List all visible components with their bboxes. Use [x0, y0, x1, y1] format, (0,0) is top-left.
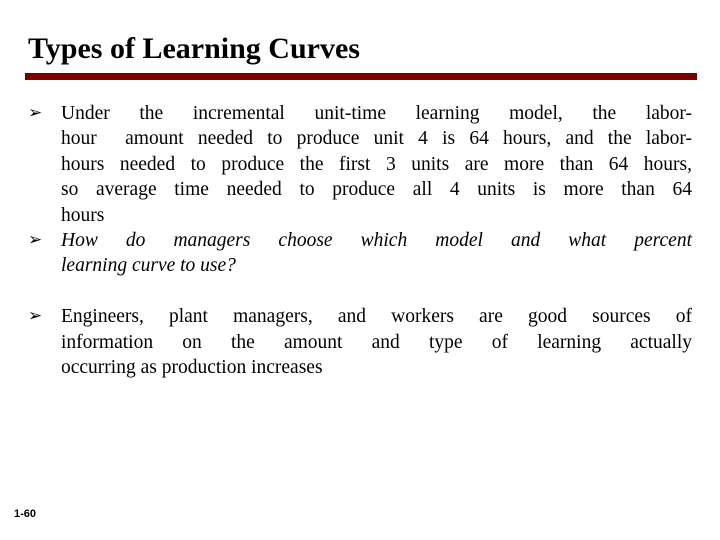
- slide: Types of Learning Curves ➢ Under the incr…: [0, 0, 720, 540]
- bullet-text-line: so average time needed to produce all 4 …: [61, 179, 692, 201]
- bullet-text: Under the incremental unit-time learning…: [61, 101, 692, 228]
- bullet-text-line: information on the amount and type of le…: [61, 331, 692, 353]
- slide-number: 1-60: [14, 508, 37, 520]
- bullet-item: ➢ How do managers choose which model and …: [28, 228, 692, 279]
- arrowhead-bullet-icon: ➢: [28, 306, 43, 327]
- bullet-text-line: hours: [61, 204, 105, 226]
- slide-body: ➢ Under the incremental unit-time learnin…: [28, 101, 692, 380]
- bullet-text-line: hour amount needed to produce unit 4 is …: [61, 128, 692, 150]
- arrowhead-bullet-icon: ➢: [28, 103, 43, 123]
- bullet-item: ➢ Under the incremental unit-time learnin…: [28, 101, 692, 228]
- bullet-text: Engineers, plant managers, and workers a…: [61, 304, 692, 380]
- bullet-text-line: How do managers choose which model and w…: [61, 230, 692, 252]
- arrowhead-bullet-icon: ➢: [28, 230, 43, 251]
- bullet-item: ➢ Engineers, plant managers, and workers …: [28, 304, 692, 380]
- bullet-text: How do managers choose which model and w…: [61, 228, 692, 279]
- bullet-text-line: Under the incremental unit-time learning…: [61, 103, 692, 124]
- bullet-text-line: hours needed to produce the first 3 unit…: [61, 153, 692, 175]
- page-title: Types of Learning Curves: [28, 32, 360, 65]
- title-underline-rule: [25, 73, 697, 80]
- bullet-text-line: learning curve to use?: [61, 255, 236, 277]
- bullet-text-line: occurring as production increases: [61, 357, 323, 379]
- bullet-spacer: [28, 279, 692, 304]
- bullet-text-line: Engineers, plant managers, and workers a…: [61, 306, 692, 328]
